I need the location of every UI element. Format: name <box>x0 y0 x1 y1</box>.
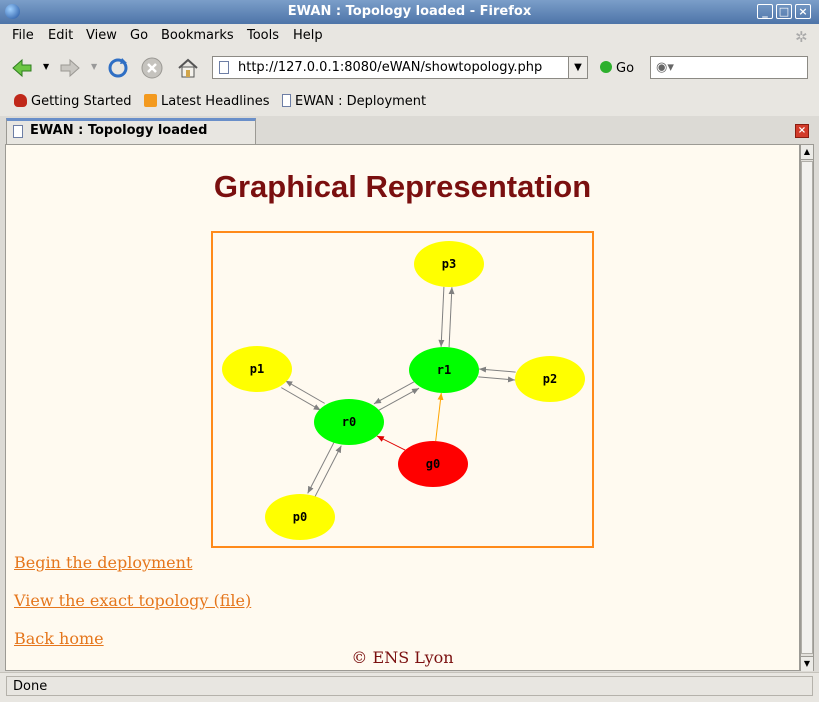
edge-r0-to-r1 <box>377 387 420 412</box>
topology-graph: p3 r1 p1 p2 r0 g0 p0 <box>211 231 594 548</box>
view-topology-file-link[interactable]: View the exact topology (file) <box>14 591 251 610</box>
bookmark-getting-started[interactable]: Getting Started <box>14 94 132 109</box>
home-icon[interactable] <box>176 56 200 80</box>
begin-deployment-link[interactable]: Begin the deployment <box>14 553 192 572</box>
bookmark-label: Latest Headlines <box>161 94 270 109</box>
back-history-dropdown-icon[interactable]: ▼ <box>43 62 49 71</box>
search-input[interactable]: ◉▾ <box>650 56 808 79</box>
edge-r0-to-p1 <box>285 380 325 404</box>
search-engine-icon[interactable]: ◉▾ <box>656 60 674 75</box>
url-bar[interactable]: http://127.0.0.1:8080/eWAN/showtopology.… <box>212 56 588 79</box>
url-input[interactable]: http://127.0.0.1:8080/eWAN/showtopology.… <box>238 60 542 75</box>
edge-p3-to-r1 <box>438 286 445 347</box>
go-button[interactable]: Go <box>600 61 634 76</box>
tab-bar: EWAN : Topology loaded <box>0 116 819 144</box>
close-tab-button[interactable]: × <box>795 124 809 138</box>
page-heading: Graphical Representation <box>213 169 592 204</box>
page-icon <box>219 61 229 74</box>
node-label-r1: r1 <box>437 363 451 377</box>
node-p2: p2 <box>515 356 585 402</box>
bookmark-label: Getting Started <box>31 94 132 109</box>
edge-g0-to-r0 <box>376 435 406 451</box>
bookmark-ewan-deployment[interactable]: EWAN : Deployment <box>282 94 426 109</box>
node-p3: p3 <box>414 241 484 287</box>
scroll-up-button[interactable]: ▲ <box>801 145 813 160</box>
node-label-p0: p0 <box>293 510 307 524</box>
minimize-button[interactable]: _ <box>757 4 773 19</box>
node-label-p3: p3 <box>442 257 456 271</box>
go-label: Go <box>616 61 635 76</box>
stop-icon[interactable] <box>140 56 164 80</box>
node-r1: r1 <box>409 347 479 393</box>
topology-graph-svg: p3 r1 p1 p2 r0 g0 p0 <box>222 241 585 540</box>
firefox-bookmark-icon <box>14 94 27 107</box>
edge-p2-to-r1 <box>479 366 516 373</box>
menu-bar: File Edit View Go Bookmarks Tools Help ✲ <box>0 24 819 48</box>
back-home-link[interactable]: Back home <box>14 629 104 648</box>
status-bar: Done <box>0 672 819 702</box>
forward-arrow-icon[interactable] <box>58 56 82 80</box>
node-label-p2: p2 <box>543 372 557 386</box>
url-dropdown-button[interactable]: ▼ <box>568 57 587 78</box>
bookmark-label: EWAN : Deployment <box>295 94 427 109</box>
bookmarks-toolbar: Getting Started Latest Headlines EWAN : … <box>0 88 819 117</box>
vertical-scrollbar[interactable]: ▲ ▼ <box>800 144 814 671</box>
back-arrow-icon[interactable] <box>10 56 34 80</box>
menu-tools[interactable]: Tools <box>247 28 279 43</box>
edge-r1-to-p2 <box>478 376 515 383</box>
scroll-down-button[interactable]: ▼ <box>801 656 813 671</box>
throbber-icon: ✲ <box>795 28 808 46</box>
node-p1: p1 <box>222 346 292 392</box>
menu-file[interactable]: File <box>12 28 34 43</box>
edge-r1-to-r0 <box>373 380 416 405</box>
page-icon <box>282 94 291 107</box>
maximize-button[interactable]: □ <box>776 4 792 19</box>
edge-p1-to-r0 <box>281 387 321 411</box>
edge-g0-to-r1 <box>435 392 444 442</box>
node-label-g0: g0 <box>426 457 440 471</box>
scroll-thumb[interactable] <box>801 161 813 654</box>
menu-view[interactable]: View <box>86 28 117 43</box>
go-icon <box>600 61 612 73</box>
footer-copyright: © ENS Lyon <box>351 648 454 667</box>
menu-help[interactable]: Help <box>293 28 323 43</box>
node-label-r0: r0 <box>342 415 356 429</box>
page-icon <box>13 125 23 138</box>
node-g0: g0 <box>398 441 468 487</box>
forward-history-dropdown-icon[interactable]: ▼ <box>91 62 97 71</box>
tab-ewan-topology[interactable]: EWAN : Topology loaded <box>6 118 256 144</box>
rss-icon <box>144 94 157 107</box>
bookmark-latest-headlines[interactable]: Latest Headlines <box>144 94 270 109</box>
edge-r1-to-p3 <box>448 287 455 348</box>
menu-edit[interactable]: Edit <box>48 28 73 43</box>
window-titlebar: EWAN : Topology loaded - Firefox _ □ × <box>0 0 819 24</box>
close-window-button[interactable]: × <box>795 4 811 19</box>
node-label-p1: p1 <box>250 362 264 376</box>
status-text: Done <box>6 676 813 696</box>
page-content: Graphical Representation p3 r1 p1 p2 r0 g0 p0 … <box>5 144 800 671</box>
reload-icon[interactable] <box>106 56 130 80</box>
tab-label: EWAN : Topology loaded <box>30 123 208 138</box>
window-title: EWAN : Topology loaded - Firefox <box>287 4 532 19</box>
menu-bookmarks[interactable]: Bookmarks <box>161 28 234 43</box>
menu-go[interactable]: Go <box>130 28 148 43</box>
node-p0: p0 <box>265 494 335 540</box>
node-r0: r0 <box>314 399 384 445</box>
